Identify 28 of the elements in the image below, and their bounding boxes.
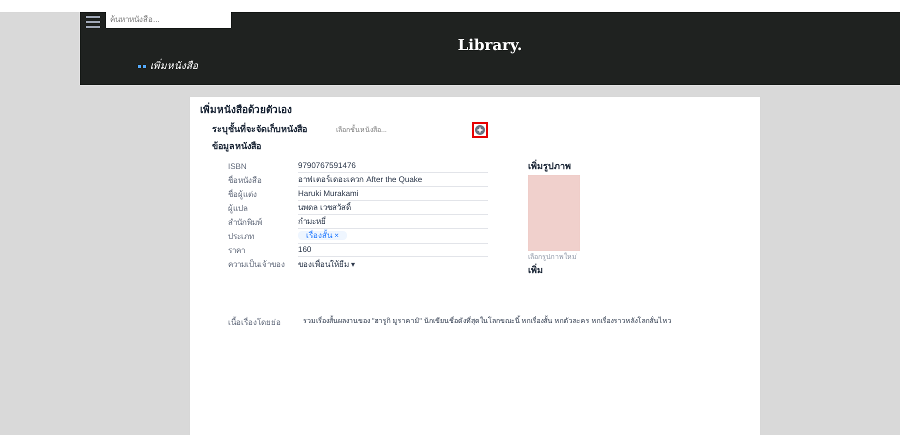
add-shelf-button[interactable]	[472, 122, 488, 138]
text-input[interactable]: 160	[298, 244, 488, 257]
field-label: ประเภท	[228, 230, 255, 242]
field-label: ความเป็นเจ้าของ	[228, 258, 286, 270]
field-label: ผู้แปล	[228, 202, 249, 214]
plus-circle-icon	[475, 125, 485, 135]
field-label: ISBN	[228, 160, 248, 172]
menu-icon[interactable]	[86, 16, 100, 28]
summary-label: เนื้อเรื่องโดยย่อ	[228, 317, 282, 329]
field-label: ชื่อหนังสือ	[228, 174, 263, 186]
image-label: เพิ่มรูปภาพ	[528, 160, 572, 173]
text-input[interactable]: Haruki Murakami	[298, 188, 488, 201]
field-label: สำนักพิมพ์	[228, 216, 263, 228]
field-label: ชื่อผู้แต่ง	[228, 188, 258, 200]
text-input[interactable]: อาฟเตอร์เดอะเควก After the Quake	[298, 174, 488, 187]
search-field[interactable]: ค้นหาหนังสือ...	[106, 10, 231, 28]
dots-icon	[138, 64, 146, 68]
text-input[interactable]: 9790767591476	[298, 160, 488, 173]
field-label: ราคา	[228, 244, 246, 256]
breadcrumb[interactable]: เพิ่มหนังสือ	[150, 58, 198, 74]
section-heading: ข้อมูลหนังสือ	[212, 140, 262, 154]
app-title: Library.	[456, 35, 524, 56]
text-input[interactable]: กำมะหยี่	[298, 216, 488, 229]
genre-tag: เรื่องสั้น ×	[298, 231, 347, 240]
form-heading: เพิ่มหนังสือด้วยตัวเอง	[200, 103, 750, 118]
shelf-label: ระบุชั้นที่จะจัดเก็บหนังสือ	[212, 123, 308, 137]
add-image-button[interactable]: เพิ่ม	[528, 264, 580, 277]
ownership-select[interactable]: ของเพื่อนให้ยืม ▾	[298, 258, 356, 270]
